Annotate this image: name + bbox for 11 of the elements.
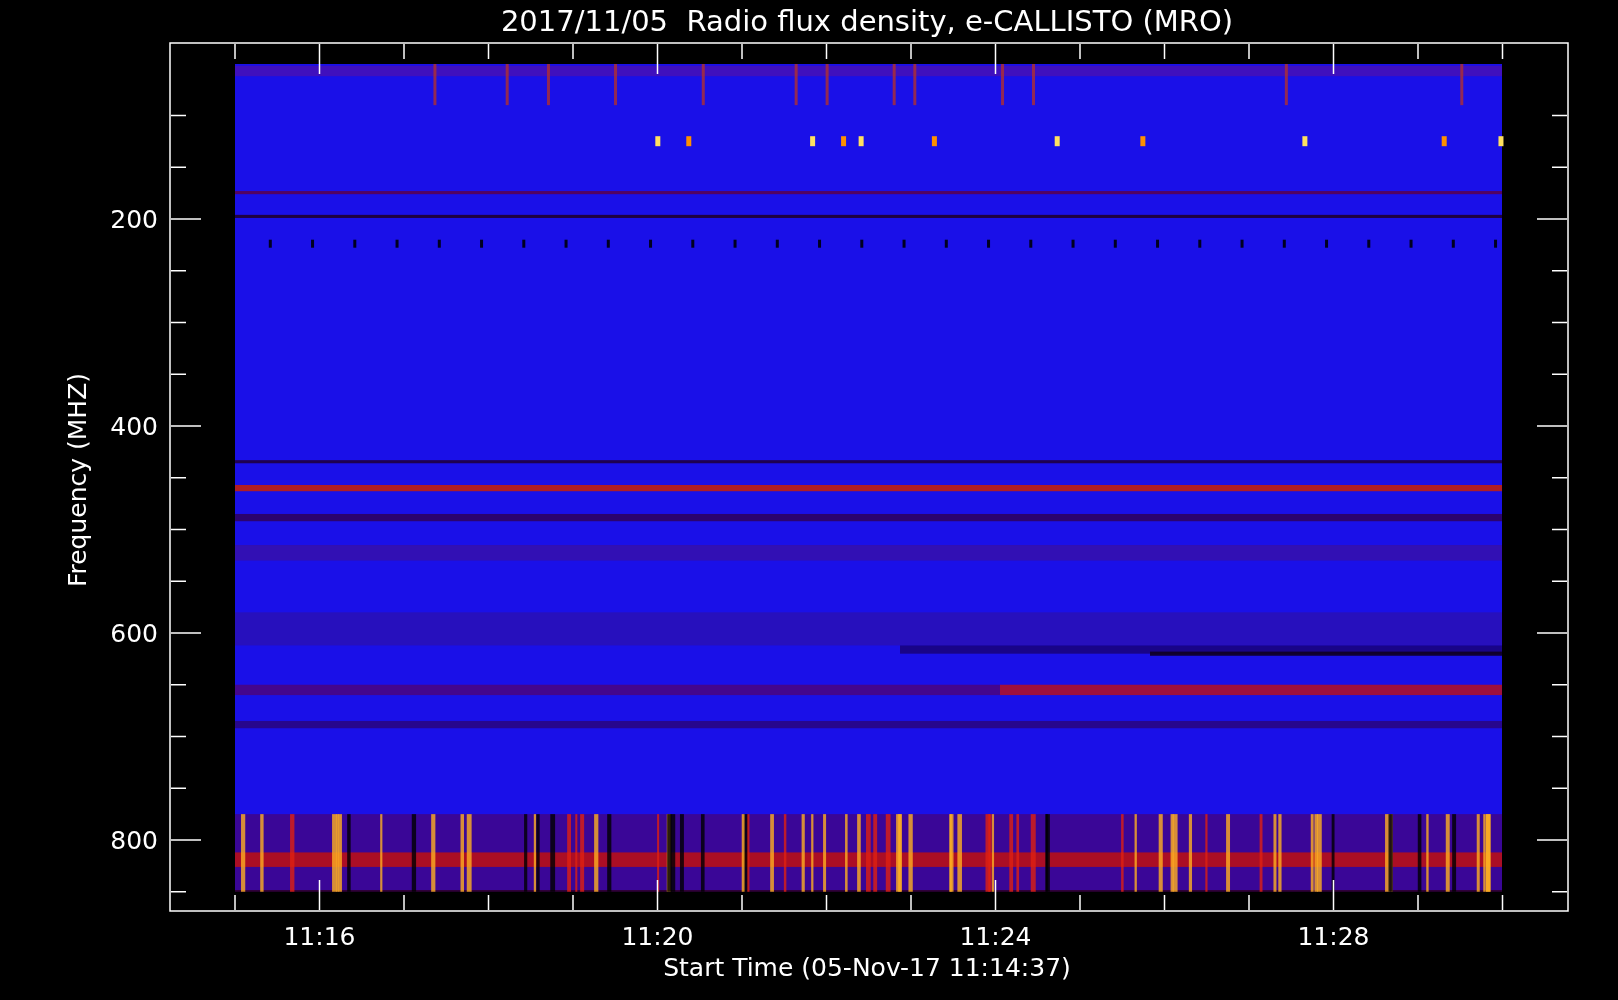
tick-label: 11:16 [283, 922, 356, 951]
axis-label: Frequency (MHZ) [63, 372, 92, 588]
tick-label: 600 [110, 619, 158, 648]
tick-label: 11:28 [1297, 922, 1370, 951]
tick-label: 11:24 [959, 922, 1032, 951]
tick-label: 800 [110, 826, 158, 855]
tick-label: 400 [110, 412, 158, 441]
chart-title: 2017/11/05 Radio flux density, e-CALLISTO (MRO) [500, 4, 1234, 38]
tick-label: 11:20 [621, 922, 694, 951]
tick-label: 200 [110, 205, 158, 234]
axis-label: Start Time (05-Nov-17 11:14:37) [663, 953, 1071, 982]
